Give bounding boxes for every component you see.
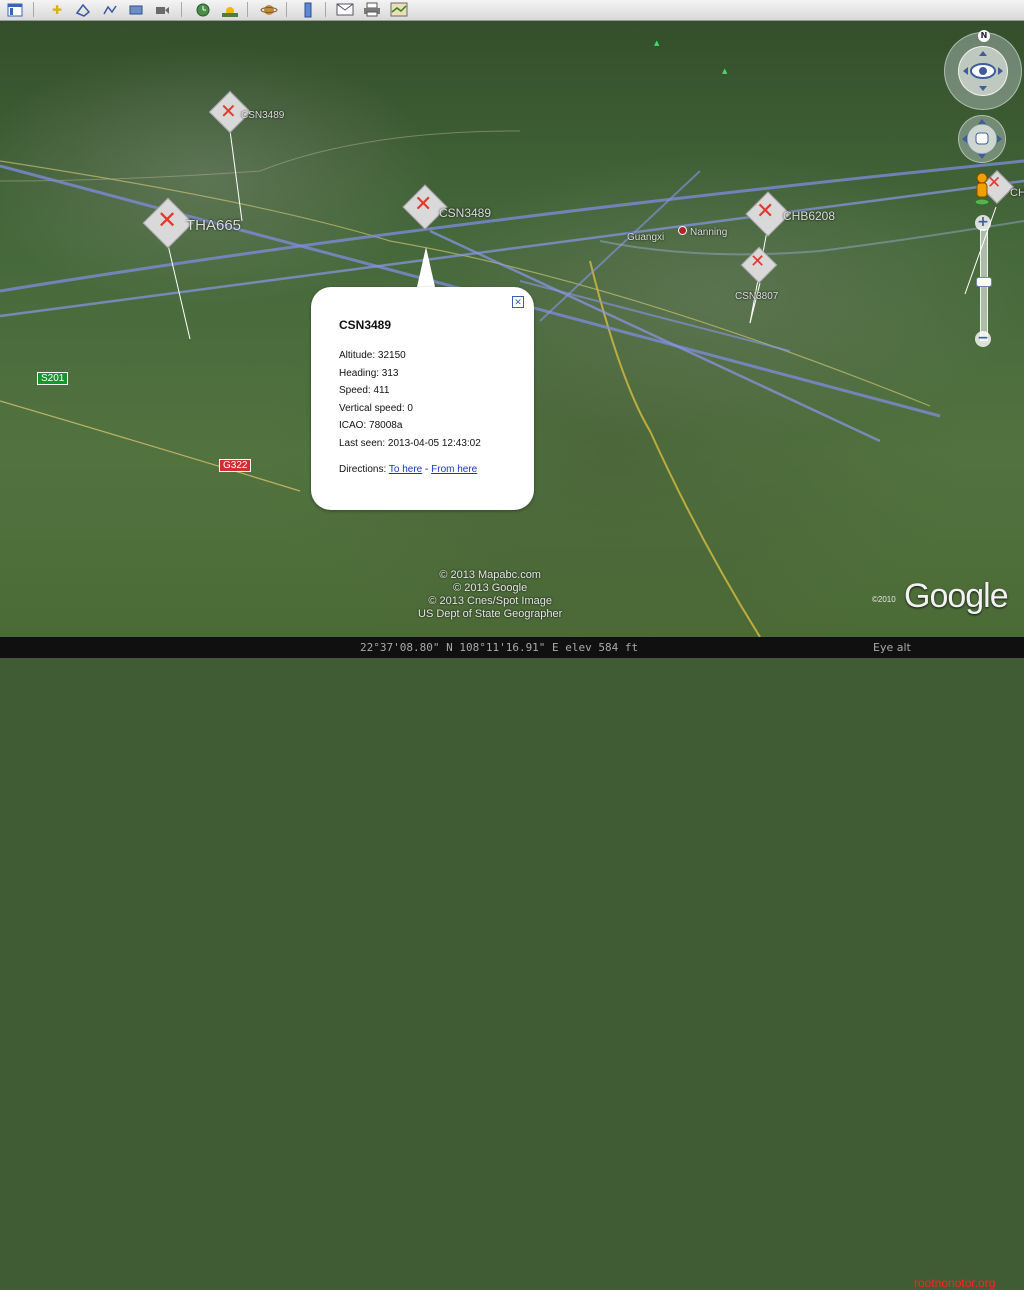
- move-control[interactable]: [958, 115, 1006, 163]
- directions-label: Directions:: [339, 464, 387, 475]
- place-label-nanning: Nanning: [690, 227, 728, 238]
- copyright-line: © 2013 Cnes/Spot Image: [428, 595, 552, 607]
- detail-icao: ICAO: 78008a: [339, 420, 403, 431]
- polygon-icon[interactable]: [73, 0, 93, 19]
- view-in-maps-icon[interactable]: [389, 0, 409, 19]
- street-view-pegman-icon[interactable]: [972, 171, 992, 207]
- detail-heading: Heading: 313: [339, 367, 399, 379]
- toolbar-separator: [286, 2, 287, 17]
- aircraft-x-icon: ✕: [157, 206, 178, 234]
- google-logo: Google: [904, 577, 1009, 615]
- sunlight-icon[interactable]: [220, 0, 240, 19]
- north-icon[interactable]: N: [978, 30, 990, 42]
- info-popup: ✕ CSN3489 Altitude: 32150 Heading: 313 S…: [311, 287, 534, 510]
- toolbar-separator: [33, 2, 34, 17]
- directions-from-here-link[interactable]: From here: [431, 464, 477, 475]
- watermark: rootnonotor.org: [914, 1276, 996, 1290]
- small-place-icon: ▲: [722, 67, 728, 75]
- aircraft-label-tha665: THA665: [186, 217, 242, 234]
- brand-year: ©2010: [872, 595, 896, 604]
- look-control[interactable]: N: [944, 30, 1022, 110]
- status-coordinates: 22°37'08.80" N 108°11'16.91" E elev 584 …: [360, 641, 639, 654]
- detail-speed: Speed: 411: [339, 385, 390, 396]
- zoom-in-icon[interactable]: +: [975, 215, 991, 231]
- copyright-line: © 2013 Google: [453, 582, 528, 594]
- planet-switch-icon[interactable]: [259, 0, 279, 19]
- small-place-icon: ▲: [654, 39, 660, 47]
- eye-icon: [963, 51, 1003, 91]
- aircraft-x-icon: ✕: [220, 99, 237, 123]
- copyright-line: US Dept of State Geographer: [418, 608, 563, 620]
- placemark-icon[interactable]: ✚: [47, 0, 67, 19]
- detail-altitude: Altitude: 32150: [339, 350, 406, 361]
- print-icon[interactable]: [362, 0, 382, 19]
- aircraft-label-csn3807: CSN3807: [735, 291, 779, 302]
- zoom-out-icon[interactable]: −: [975, 331, 991, 347]
- copyright-line: © 2013 Mapabc.com: [439, 569, 541, 581]
- road-label-g322: G322: [219, 459, 252, 472]
- toolbar-separator: [325, 2, 326, 17]
- popup-title: CSN3489: [339, 318, 392, 332]
- toolbar: ✚: [0, 0, 1024, 21]
- hand-icon: [962, 119, 1002, 159]
- aircraft-label-chb6208: CHB6208: [783, 209, 836, 223]
- path-icon[interactable]: [100, 0, 120, 19]
- image-overlay-icon[interactable]: [126, 0, 146, 19]
- zoom-thumb[interactable]: [976, 277, 992, 287]
- road-label-s201: S201: [37, 372, 69, 385]
- aircraft-x-icon: ✕: [756, 199, 775, 224]
- aircraft-label-csn3489: CSN3489: [439, 206, 492, 220]
- popup-details: Altitude: 32150 Heading: 313 Speed: 411 …: [339, 347, 481, 452]
- directions-to-here-link[interactable]: To here: [389, 464, 422, 475]
- status-bar: 22°37'08.80" N 108°11'16.91" E elev 584 …: [0, 637, 1024, 1290]
- city-dot-icon: [678, 226, 687, 235]
- record-tour-icon[interactable]: [152, 0, 172, 19]
- look-joystick[interactable]: [958, 46, 1008, 96]
- close-icon[interactable]: ✕: [512, 296, 524, 308]
- zoom-slider[interactable]: + −: [975, 215, 992, 353]
- status-eye-altitude: Eye alt: [873, 641, 911, 654]
- history-imagery-icon[interactable]: [193, 0, 213, 19]
- aircraft-label-csn3489-top: CSN3489: [241, 110, 285, 121]
- ruler-icon[interactable]: [298, 0, 318, 19]
- sidebar-toggle-icon[interactable]: [5, 0, 25, 19]
- place-label-guangxi: Guangxi: [627, 232, 665, 243]
- aircraft-label-ch: CH: [1010, 187, 1024, 199]
- aircraft-x-icon: ✕: [414, 192, 433, 217]
- aircraft-x-icon: ✕: [750, 251, 766, 272]
- toolbar-separator: [181, 2, 182, 17]
- detail-vertical-speed: Vertical speed: 0: [339, 402, 413, 414]
- detail-last-seen: Last seen: 2013-04-05 12:43:02: [339, 437, 481, 449]
- imagery-copyright: © 2013 Mapabc.com © 2013 Google © 2013 C…: [418, 569, 562, 621]
- directions-row: Directions: To here - From here: [339, 464, 477, 475]
- toolbar-separator: [247, 2, 248, 17]
- email-icon[interactable]: [335, 0, 355, 19]
- directions-separator: -: [425, 464, 429, 475]
